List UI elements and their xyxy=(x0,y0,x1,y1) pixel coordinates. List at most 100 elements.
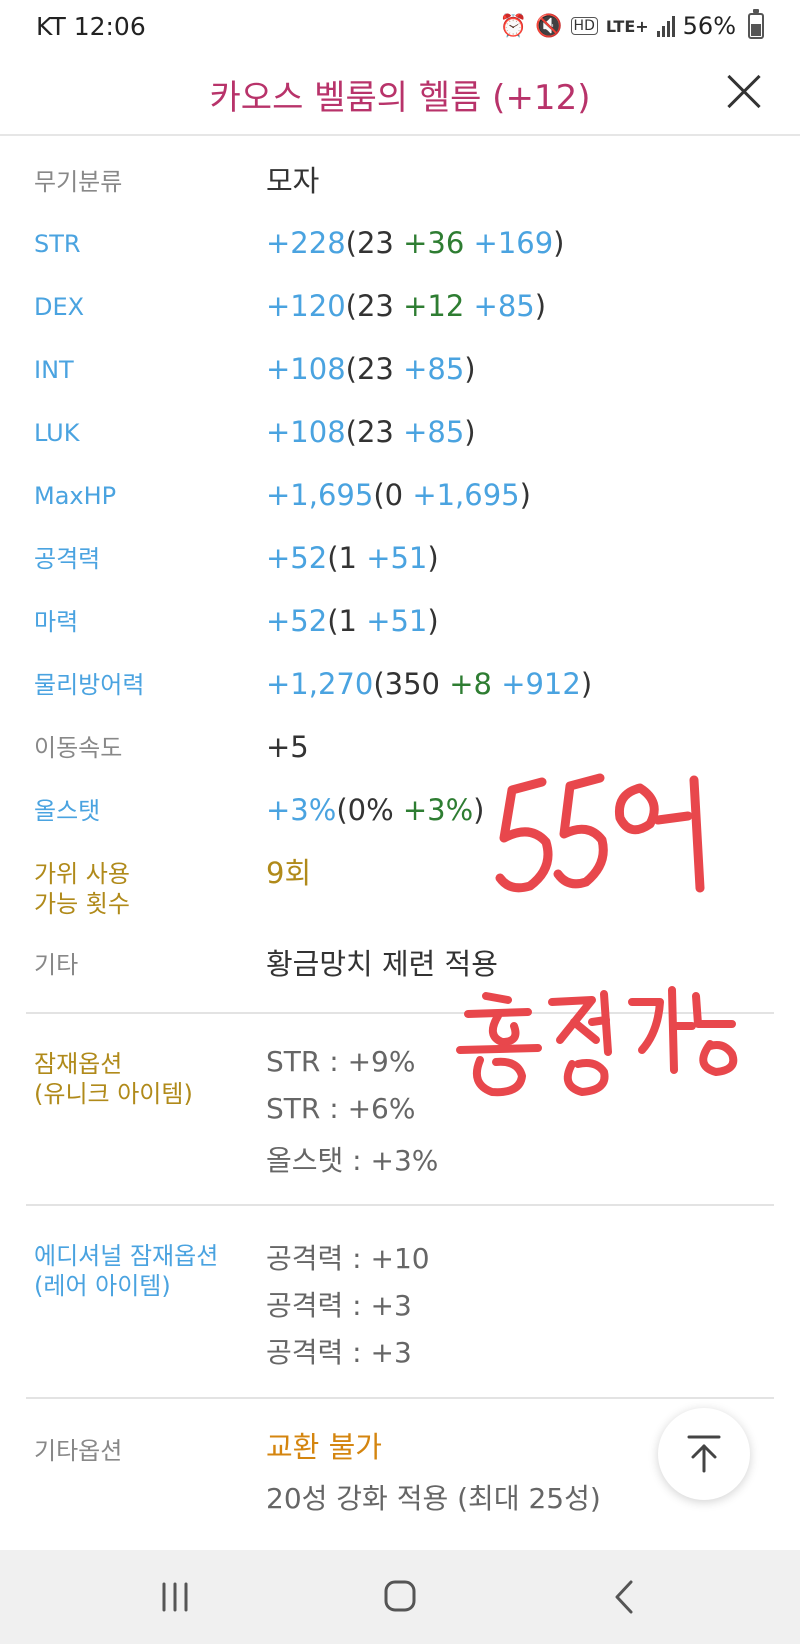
status-left: KT 12:06 xyxy=(36,12,146,41)
item-header: 카오스 벨룸의 헬름 (+12) xyxy=(0,52,800,136)
status-right: ⏰ 🔇 HD LTE+ 56% xyxy=(500,9,764,40)
additional-potential-line: 공격력 : +3 xyxy=(266,1336,412,1369)
stat-value-part: +8 xyxy=(449,667,492,701)
stat-value: +52(1 +51) xyxy=(266,540,439,576)
divider xyxy=(26,1397,774,1399)
stat-value: 모자 xyxy=(266,163,319,199)
stat-value: +120(23 +12 +85) xyxy=(266,288,546,324)
arrow-up-to-top-icon xyxy=(687,1435,721,1473)
stat-value-part: (0 xyxy=(373,478,413,512)
stat-value-part: (0% xyxy=(336,793,403,827)
stat-value-part: +12 xyxy=(403,289,465,323)
additional-potential-line: 공격력 : +10 xyxy=(266,1242,430,1275)
stat-label: 공격력 xyxy=(34,545,101,573)
stat-value-part: +108 xyxy=(266,415,346,449)
battery-level: 56% xyxy=(682,12,736,40)
stat-label: 물리방어력 xyxy=(34,671,145,699)
stat-value: +228(23 +36 +169) xyxy=(266,225,565,261)
stat-value-part: +912 xyxy=(501,667,581,701)
stat-label: 올스탯 xyxy=(34,797,101,825)
stat-value-part: +85 xyxy=(403,415,465,449)
stat-label: 가위 사용 가능 횟수 xyxy=(34,860,130,918)
stat-value-part: ) xyxy=(427,604,439,638)
stat-value-part: +228 xyxy=(266,226,346,260)
handwritten-price-annotation xyxy=(495,773,705,893)
stat-value-part: +51 xyxy=(366,541,428,575)
stat-label: STR xyxy=(34,230,81,258)
clock: 12:06 xyxy=(73,11,146,41)
potential-label-line1: 잠재옵션 xyxy=(34,1050,123,1078)
stat-value-part: +85 xyxy=(403,352,465,386)
stat-value-part: +3% xyxy=(402,793,474,827)
stat-value: 황금망치 제련 적용 xyxy=(266,946,498,982)
stat-value-part: 9회 xyxy=(266,856,312,890)
stat-value-part: (1 xyxy=(327,541,367,575)
signal-icon xyxy=(656,15,675,37)
stat-value-part: +52 xyxy=(266,541,328,575)
potential-line: 올스탯 : +3% xyxy=(266,1144,439,1177)
stat-value: +5 xyxy=(266,729,309,765)
stat-value-part: +3% xyxy=(266,793,337,827)
stat-value-part: ) xyxy=(580,667,593,701)
stat-value-part: +108 xyxy=(266,352,346,386)
status-bar: KT 12:06 ⏰ 🔇 HD LTE+ 56% xyxy=(0,0,800,52)
back-icon xyxy=(615,1580,633,1614)
stat-value: +3%(0% +3%) xyxy=(266,792,485,828)
additional-potential-label-line2: (레어 아이템) xyxy=(34,1272,171,1300)
stat-value-part: (23 xyxy=(345,289,404,323)
trade-status: 교환 불가 xyxy=(266,1430,382,1464)
potential-line: STR : +9% xyxy=(266,1045,416,1078)
stat-value-part: +51 xyxy=(366,604,428,638)
stat-label: 기타 xyxy=(34,951,79,979)
starforce-info: 20성 강화 적용 (최대 25성) xyxy=(266,1482,601,1515)
stat-label: 이동속도 xyxy=(34,734,123,762)
stat-value: +52(1 +51) xyxy=(266,603,439,639)
additional-potential-label: 에디셔널 잠재옵션 (레어 아이템) xyxy=(34,1241,254,1301)
stat-value-part: +169 xyxy=(473,226,554,260)
stat-value-part: +120 xyxy=(266,289,346,323)
stat-value-part xyxy=(464,289,473,323)
stat-label: 마력 xyxy=(34,608,79,636)
mute-icon: 🔇 xyxy=(535,13,563,39)
handwritten-note-annotation xyxy=(456,986,738,1097)
recent-apps-button[interactable] xyxy=(145,1570,205,1624)
scroll-top-button[interactable] xyxy=(658,1408,750,1500)
stat-value-part xyxy=(464,226,473,260)
stat-value-part xyxy=(492,667,501,701)
recent-apps-icon xyxy=(162,1582,188,1612)
divider xyxy=(26,1204,774,1206)
stat-value: +108(23 +85) xyxy=(266,351,476,387)
stat-value-part: (350 xyxy=(373,667,450,701)
stat-value-part: ) xyxy=(464,415,476,449)
close-icon[interactable] xyxy=(724,72,764,112)
divider xyxy=(26,1012,774,1014)
carrier: KT xyxy=(36,11,66,41)
stat-value-part: (23 xyxy=(345,352,404,386)
stat-label: LUK xyxy=(34,419,80,447)
stat-value: +108(23 +85) xyxy=(266,414,476,450)
stat-value-part: 모자 xyxy=(266,164,320,198)
stat-value: +1,695(0 +1,695) xyxy=(266,477,531,513)
stat-value-part: +36 xyxy=(403,226,465,260)
additional-potential-label-line1: 에디셔널 잠재옵션 xyxy=(34,1242,219,1270)
stat-value-part: (23 xyxy=(345,415,404,449)
stat-value-part: +85 xyxy=(473,289,535,323)
stat-value-part: +1,695 xyxy=(266,478,374,512)
item-title: 카오스 벨룸의 헬름 (+12) xyxy=(209,78,591,118)
other-options-label: 기타옵션 xyxy=(34,1437,123,1465)
hd-voice-icon: HD xyxy=(570,17,598,35)
stat-value-part: +5 xyxy=(266,730,309,764)
system-nav-bar xyxy=(0,1550,800,1644)
stat-value-part: (1 xyxy=(327,604,367,638)
stat-value-part: ) xyxy=(464,352,476,386)
additional-potential-line: 공격력 : +3 xyxy=(266,1289,412,1322)
stat-value-part: ) xyxy=(553,226,565,260)
home-button[interactable] xyxy=(370,1570,430,1624)
potential-label: 잠재옵션 (유니크 아이템) xyxy=(34,1049,254,1109)
back-button[interactable] xyxy=(595,1570,655,1624)
stat-value-part: ) xyxy=(473,793,485,827)
stat-label: INT xyxy=(34,356,74,384)
stat-value-part: (23 xyxy=(345,226,404,260)
stat-label: DEX xyxy=(34,293,85,321)
stat-value: +1,270(350 +8 +912) xyxy=(266,666,592,702)
